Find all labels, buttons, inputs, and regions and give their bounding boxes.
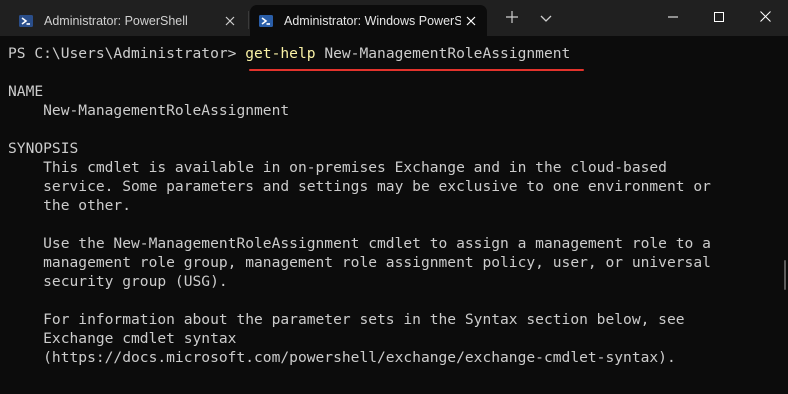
close-icon[interactable] [461,11,481,31]
maximize-button[interactable] [696,0,742,36]
output-line: For information about the parameter sets… [8,311,685,328]
window-close-button[interactable] [742,0,788,36]
output-line: service. Some parameters and settings ma… [8,178,711,195]
close-icon [759,9,771,27]
maximize-icon [714,9,724,27]
new-tab-button[interactable] [500,8,524,30]
command: get-help [245,45,316,62]
output-line: NAME [8,83,44,100]
output-line: management role group, management role a… [8,254,711,271]
title-bar: Administrator: PowerShell Administrator:… [0,0,788,36]
output-line: the other. [8,197,132,214]
chevron-down-icon [540,10,552,28]
tab-powershell[interactable]: Administrator: PowerShell [10,5,246,36]
output-line: Use the New-ManagementRoleAssignment cmd… [8,235,711,252]
terminal-output[interactable]: PS C:\Users\Administrator> get-help New-… [0,36,788,394]
output-line: New-ManagementRoleAssignment [8,102,290,119]
tab-label: Administrator: Windows PowerShell [284,13,461,28]
output-line: Exchange cmdlet syntax [8,330,237,347]
scrollbar-thumb[interactable] [784,260,786,290]
minimize-icon [668,9,678,27]
prompt-line: PS C:\Users\Administrator> get-help New-… [8,44,570,63]
plus-icon [505,10,519,29]
command-underline-annotation [249,69,584,71]
output-line: security group (USG). [8,273,228,290]
minimize-button[interactable] [650,0,696,36]
close-icon[interactable] [220,11,240,31]
tab-windows-powershell[interactable]: Administrator: Windows PowerShell [250,5,487,36]
tab-dropdown-button[interactable] [534,8,558,30]
tab-label: Administrator: PowerShell [44,13,188,28]
output-line: This cmdlet is available in on-premises … [8,159,667,176]
powershell-icon [18,13,34,29]
prompt: PS C:\Users\Administrator> [8,45,246,62]
powershell-icon [258,13,274,29]
output-line: (https://docs.microsoft.com/powershell/e… [8,349,676,366]
tab-separator [248,11,249,29]
command-argument: New-ManagementRoleAssignment [315,45,571,62]
output-line: SYNOPSIS [8,140,79,157]
